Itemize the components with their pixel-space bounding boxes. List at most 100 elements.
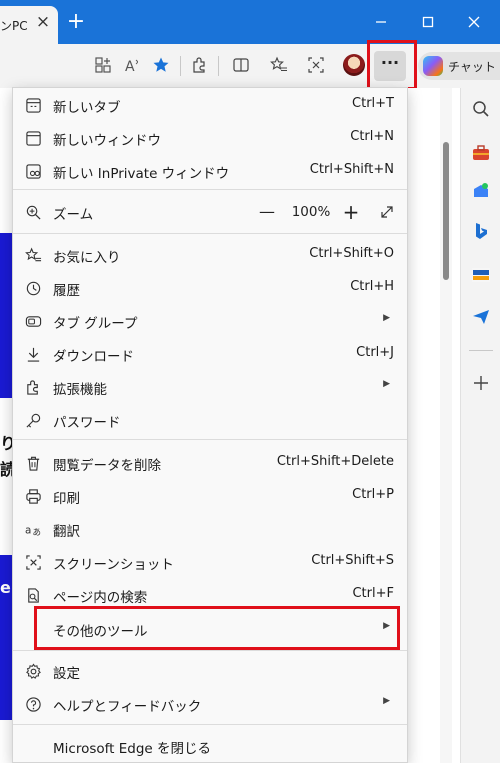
menu-shortcut: Ctrl+Shift+N <box>309 162 394 177</box>
menu-item-passwords[interactable]: パスワード <box>13 403 407 436</box>
menu-label: パスワード <box>53 415 121 431</box>
fullscreen-icon[interactable] <box>375 195 399 228</box>
zoom-out-button[interactable]: — <box>255 195 279 228</box>
menu-item-screenshot[interactable]: スクリーンショット Ctrl+Shift+S <box>13 545 407 578</box>
tab-title: ンPC <box>0 19 28 33</box>
new-window-icon <box>24 129 42 147</box>
menu-item-print[interactable]: 印刷 Ctrl+P <box>13 479 407 512</box>
menu-shortcut: Ctrl+H <box>350 279 394 294</box>
menu-item-new-window[interactable]: 新しいウィンドウ Ctrl+N <box>13 121 407 154</box>
menu-item-zoom: ズーム — 100% + <box>13 195 407 228</box>
copilot-chat-button[interactable]: チャット <box>418 52 500 80</box>
menu-label: 印刷 <box>53 491 80 507</box>
tools-icon[interactable] <box>470 142 492 164</box>
search-icon[interactable] <box>470 98 492 120</box>
menu-shortcut: Ctrl+F <box>352 586 394 601</box>
menu-shortcut: Ctrl+N <box>350 129 394 144</box>
chevron-right-icon: ▶ <box>383 313 390 323</box>
favorite-star-icon[interactable] <box>150 54 172 76</box>
minimize-icon[interactable] <box>369 10 393 34</box>
menu-separator <box>13 439 407 440</box>
menu-item-clear-browsing-data[interactable]: 閲覧データを削除 Ctrl+Shift+Delete <box>13 446 407 479</box>
menu-shortcut: Ctrl+Shift+Delete <box>276 454 394 469</box>
menu-item-new-inprivate-window[interactable]: 新しい InPrivate ウィンドウ Ctrl+Shift+N <box>13 154 407 187</box>
menu-label: ズーム <box>53 207 94 223</box>
menu-label: 拡張機能 <box>53 382 107 398</box>
svg-text:a: a <box>25 524 31 536</box>
settings-and-more-button[interactable]: ··· <box>374 51 406 81</box>
translate-icon: aあ <box>24 520 42 538</box>
new-tab-button[interactable]: + <box>66 11 86 33</box>
menu-item-settings[interactable]: 設定 <box>13 654 407 687</box>
scrollbar-thumb[interactable] <box>443 142 449 280</box>
menu-item-downloads[interactable]: ダウンロード Ctrl+J <box>13 337 407 370</box>
menu-item-extensions[interactable]: 拡張機能 ▶ <box>13 370 407 403</box>
zoom-icon <box>24 203 42 221</box>
menu-item-more-tools[interactable]: その他のツール ▶ <box>13 612 407 645</box>
tab-group-icon <box>24 312 42 330</box>
find-in-page-icon <box>24 586 42 604</box>
menu-label: 履歴 <box>53 283 80 299</box>
bing-icon[interactable] <box>470 220 492 242</box>
printer-icon <box>24 487 42 505</box>
chevron-right-icon: ▶ <box>383 379 390 389</box>
read-aloud-icon[interactable]: A <box>122 54 144 76</box>
menu-label: ページ内の検索 <box>53 590 148 606</box>
zoom-in-button[interactable]: + <box>339 195 363 228</box>
menu-separator <box>13 650 407 651</box>
history-icon <box>24 279 42 297</box>
menu-label: タブ グループ <box>53 316 138 332</box>
menu-label: ヘルプとフィードバック <box>53 699 202 715</box>
avatar[interactable] <box>343 54 365 76</box>
download-icon <box>24 345 42 363</box>
menu-item-help-and-feedback[interactable]: ヘルプとフィードバック ▶ <box>13 687 407 720</box>
menu-item-favorites[interactable]: お気に入り Ctrl+Shift+O <box>13 238 407 271</box>
menu-shortcut: Ctrl+P <box>352 487 394 502</box>
menu-shortcut: Ctrl+Shift+S <box>311 553 394 568</box>
split-screen-icon[interactable] <box>230 54 252 76</box>
menu-item-tab-groups[interactable]: タブ グループ ▶ <box>13 304 407 337</box>
zoom-level: 100% <box>291 203 331 220</box>
title-bar: ンPC × + <box>0 0 500 44</box>
page-text: e <box>0 578 11 597</box>
menu-item-find-on-page[interactable]: ページ内の検索 Ctrl+F <box>13 578 407 611</box>
maximize-icon[interactable] <box>416 10 440 34</box>
extensions-icon <box>24 378 42 396</box>
screenshot-icon[interactable] <box>305 54 327 76</box>
close-icon[interactable] <box>462 10 486 34</box>
browser-tab[interactable]: ンPC × <box>0 6 58 44</box>
menu-label: 新しいタブ <box>53 100 121 116</box>
menu-label: 新しいウィンドウ <box>53 133 161 149</box>
inprivate-icon <box>24 162 42 180</box>
menu-label: 閲覧データを削除 <box>53 458 161 474</box>
menu-label: お気に入り <box>53 250 121 266</box>
page-image <box>0 233 12 398</box>
app-available-icon[interactable] <box>92 54 114 76</box>
menu-item-new-tab[interactable]: 新しいタブ Ctrl+T <box>13 88 407 121</box>
tab-close-icon[interactable]: × <box>34 13 52 31</box>
menu-label: ダウンロード <box>53 349 134 365</box>
trash-icon <box>24 454 42 472</box>
menu-shortcut: Ctrl+J <box>356 345 394 360</box>
help-icon <box>24 695 42 713</box>
menu-label: 新しい InPrivate ウィンドウ <box>53 166 230 182</box>
menu-shortcut: Ctrl+Shift+O <box>309 246 394 261</box>
kakaku-icon[interactable] <box>470 264 492 286</box>
favorites-icon[interactable] <box>268 54 290 76</box>
add-icon[interactable] <box>470 372 492 394</box>
menu-item-close-edge[interactable]: Microsoft Edge を閉じる <box>13 729 407 762</box>
menu-item-translate[interactable]: aあ 翻訳 <box>13 512 407 545</box>
copilot-icon <box>423 56 443 76</box>
send-icon[interactable] <box>470 306 492 328</box>
svg-text:あ: あ <box>32 528 41 538</box>
menu-item-history[interactable]: 履歴 Ctrl+H <box>13 271 407 304</box>
menu-label: その他のツール <box>53 624 148 640</box>
settings-icon <box>24 662 42 680</box>
menu-shortcut: Ctrl+T <box>352 96 394 111</box>
shopping-icon[interactable] <box>470 180 492 202</box>
settings-and-more-menu: 新しいタブ Ctrl+T 新しいウィンドウ Ctrl+N 新しい InPriva… <box>12 87 408 763</box>
extensions-icon[interactable] <box>188 54 210 76</box>
toolbar-divider <box>180 56 181 76</box>
new-tab-icon <box>24 96 42 114</box>
menu-separator <box>13 724 407 725</box>
